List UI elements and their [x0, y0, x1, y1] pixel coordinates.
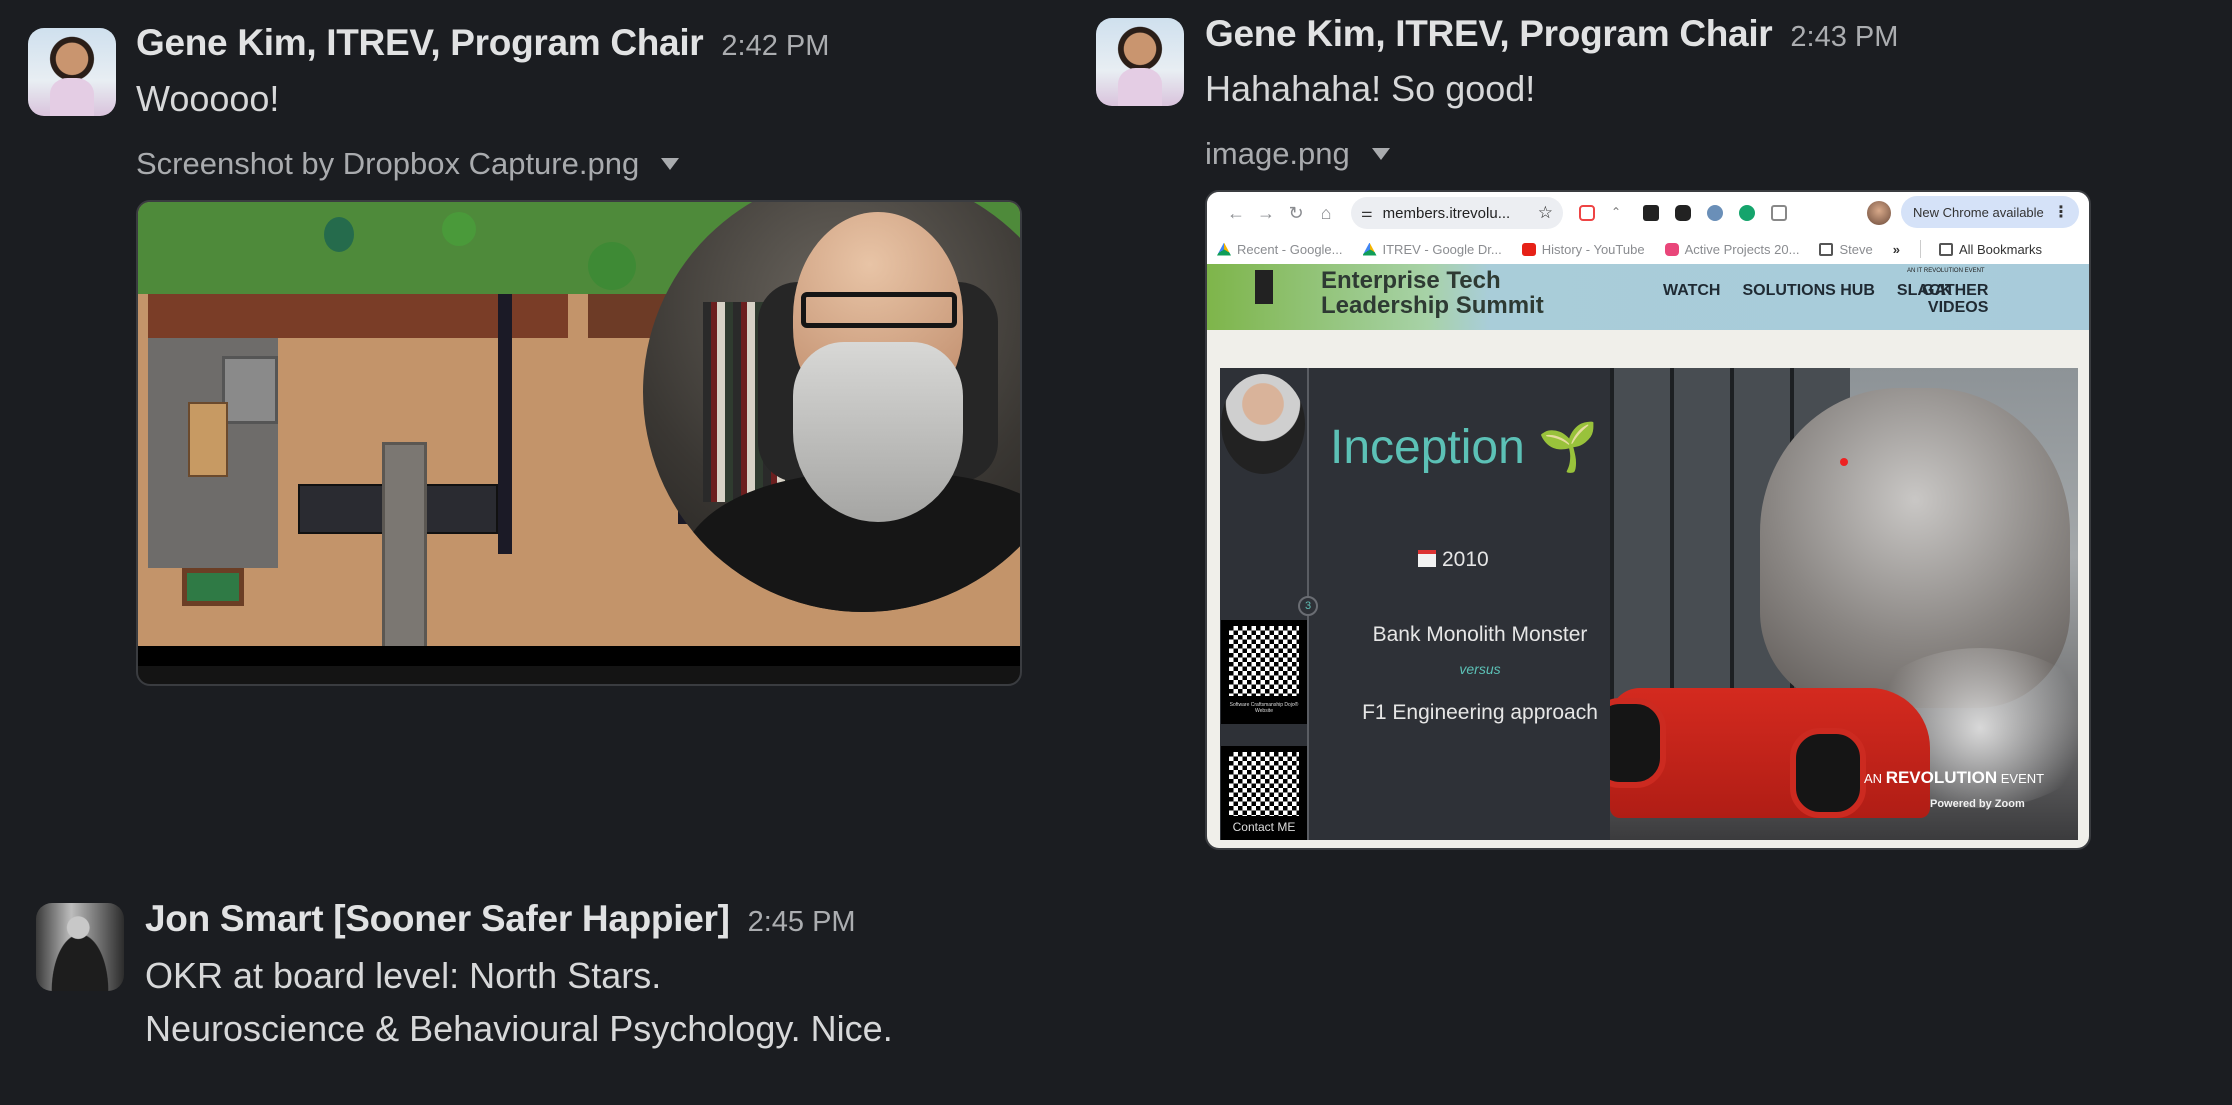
bookmark-label: Recent - Google... [1237, 241, 1343, 257]
bookmark-label: History - YouTube [1541, 241, 1645, 257]
site-nav-item: GATHER VIDEOS [1922, 282, 1988, 316]
calendar-icon [1418, 550, 1436, 567]
summit-logo [1255, 270, 1273, 304]
profile-avatar [1867, 201, 1891, 225]
puzzle-icon [1771, 205, 1787, 221]
message-text: Hahahaha! So good! [1205, 68, 1536, 109]
youtube-icon [1521, 242, 1536, 256]
bookmarks-bar: Recent - Google... ITREV - Google Dr... … [1207, 234, 2089, 264]
message-text: Wooooo! [136, 78, 280, 119]
attachment-image-browser[interactable]: ← → ↻ ⌂ ⚌ members.itrevolu... ☆ ⌃ New Ch… [1205, 190, 2091, 850]
site-tagline: AN IT REVOLUTION EVENT [1907, 268, 1985, 274]
bookmark-label: Steve [1839, 241, 1873, 257]
attachment-filename[interactable]: Screenshot by Dropbox Capture.png [136, 146, 680, 182]
attachment-filename[interactable]: image.png [1205, 136, 1390, 172]
event-suffix: EVENT [2000, 771, 2045, 786]
star-icon: ☆ [1537, 203, 1553, 222]
qr-code-website: Software Craftsmanship Dojo® Website [1221, 620, 1307, 724]
bookmark: History - YouTube [1521, 241, 1645, 257]
author-name[interactable]: Gene Kim, ITREV, Program Chair [136, 22, 704, 64]
site-banner: Enterprise Tech Leadership Summit WATCH … [1207, 264, 2089, 330]
avatar-gene-kim[interactable] [1096, 18, 1184, 106]
gather-line: GATHER [1922, 282, 1989, 299]
url-text: members.itrevolu... [1382, 204, 1511, 222]
amazon-icon [1643, 205, 1659, 221]
bookmark-label: ITREV - Google Dr... [1382, 241, 1502, 257]
presentation-slide: 3 Software Craftsmanship Dojo® Website C… [1220, 368, 2078, 840]
glasses-extension-icon [1675, 205, 1691, 221]
qr-caption: Software Craftsmanship Dojo® Website [1229, 702, 1299, 714]
event-name: REVOLUTION [1885, 768, 1998, 787]
slide-versus: versus [1459, 661, 1501, 677]
chevron-double-right-icon: » [1892, 241, 1900, 257]
event-prefix: AN [1864, 771, 1883, 786]
site-settings-icon: ⚌ [1361, 205, 1373, 220]
timestamp[interactable]: 2:42 PM [721, 30, 829, 63]
site-nav-item: WATCH [1663, 282, 1721, 299]
extension-caret-icon: ⌃ [1611, 205, 1622, 219]
timestamp[interactable]: 2:43 PM [1790, 21, 1898, 54]
pocket-icon [1579, 205, 1595, 221]
site-nav-item: SOLUTIONS HUB [1742, 282, 1875, 299]
all-bookmarks: All Bookmarks [1938, 241, 2043, 257]
site-title: Enterprise Tech Leadership Summit [1321, 268, 1544, 318]
qr-code-contact: Contact ME [1221, 746, 1307, 840]
slide-line: Bank Monolith Monster [1372, 623, 1588, 646]
browser-toolbar: ← → ↻ ⌂ ⚌ members.itrevolu... ☆ ⌃ New Ch… [1207, 192, 2089, 234]
reload-icon: ↻ [1288, 202, 1304, 223]
qr-code-icon [1229, 626, 1299, 696]
forward-arrow-icon: → [1257, 202, 1275, 223]
webcam-video [643, 202, 1020, 612]
kebab-menu-icon: ⋮ [2053, 204, 2069, 221]
filename-text: Screenshot by Dropbox Capture.png [136, 146, 640, 181]
slide-year: 2010 [1418, 548, 1489, 572]
slide-title-text: Inception [1330, 421, 1525, 474]
new-chrome-pill: New Chrome available ⋮ [1901, 196, 2079, 228]
site-title-line: Leadership Summit [1321, 292, 1544, 319]
caret-down-icon[interactable] [1371, 148, 1390, 160]
grammarly-icon [1739, 205, 1755, 221]
bookmark: Steve [1819, 241, 1873, 257]
bookmark-label: Active Projects 20... [1684, 241, 1800, 257]
home-icon: ⌂ [1320, 202, 1332, 223]
back-arrow-icon: ← [1227, 202, 1245, 223]
folder-icon [1938, 242, 1953, 256]
avatar-jon-smart[interactable] [36, 903, 124, 991]
gather-line: VIDEOS [1927, 299, 1989, 316]
powered-by: Powered by Zoom [1930, 798, 2025, 810]
message-text: Neuroscience & Behavioural Psychology. N… [145, 1008, 893, 1049]
google-drive-icon [1362, 242, 1377, 256]
bookmark: ITREV - Google Dr... [1362, 241, 1502, 257]
bookmark: Recent - Google... [1217, 242, 1343, 257]
address-bar: ⚌ members.itrevolu... ☆ [1351, 197, 1563, 229]
attachment-image-gather[interactable] [136, 200, 1022, 686]
event-logo: AN REVOLUTION EVENT [1864, 768, 2044, 788]
slide-line: F1 Engineering approach [1362, 701, 1598, 724]
caret-down-icon[interactable] [661, 158, 680, 170]
speaker-video [1221, 374, 1305, 474]
message-text: OKR at board level: North Stars. [145, 955, 662, 996]
bookmark-label: All Bookmarks [1958, 241, 2043, 257]
author-name[interactable]: Gene Kim, ITREV, Program Chair [1205, 13, 1773, 55]
step-badge: 3 [1298, 596, 1318, 616]
magnifier-extension-icon [1707, 205, 1723, 221]
update-text: New Chrome available [1913, 204, 2044, 220]
app-icon [1664, 242, 1679, 256]
site-title-line: Enterprise Tech [1321, 267, 1501, 294]
year-text: 2010 [1442, 548, 1489, 571]
qr-code-icon [1229, 752, 1299, 816]
filename-text: image.png [1205, 136, 1350, 171]
folder-icon [1819, 242, 1834, 256]
seedling-icon: 🌱 [1538, 421, 1598, 474]
google-drive-icon [1217, 242, 1231, 256]
qr-caption: Contact ME [1232, 820, 1296, 834]
gather-map [138, 202, 1020, 646]
slide-title: Inception 🌱 [1330, 418, 1598, 475]
author-name[interactable]: Jon Smart [Sooner Safer Happier] [145, 898, 730, 940]
avatar-gene-kim[interactable] [28, 28, 116, 116]
monster-vs-f1-illustration: AN REVOLUTION EVENT Powered by Zoom [1610, 368, 2078, 840]
bookmark: Active Projects 20... [1664, 241, 1800, 257]
timestamp[interactable]: 2:45 PM [748, 906, 856, 939]
